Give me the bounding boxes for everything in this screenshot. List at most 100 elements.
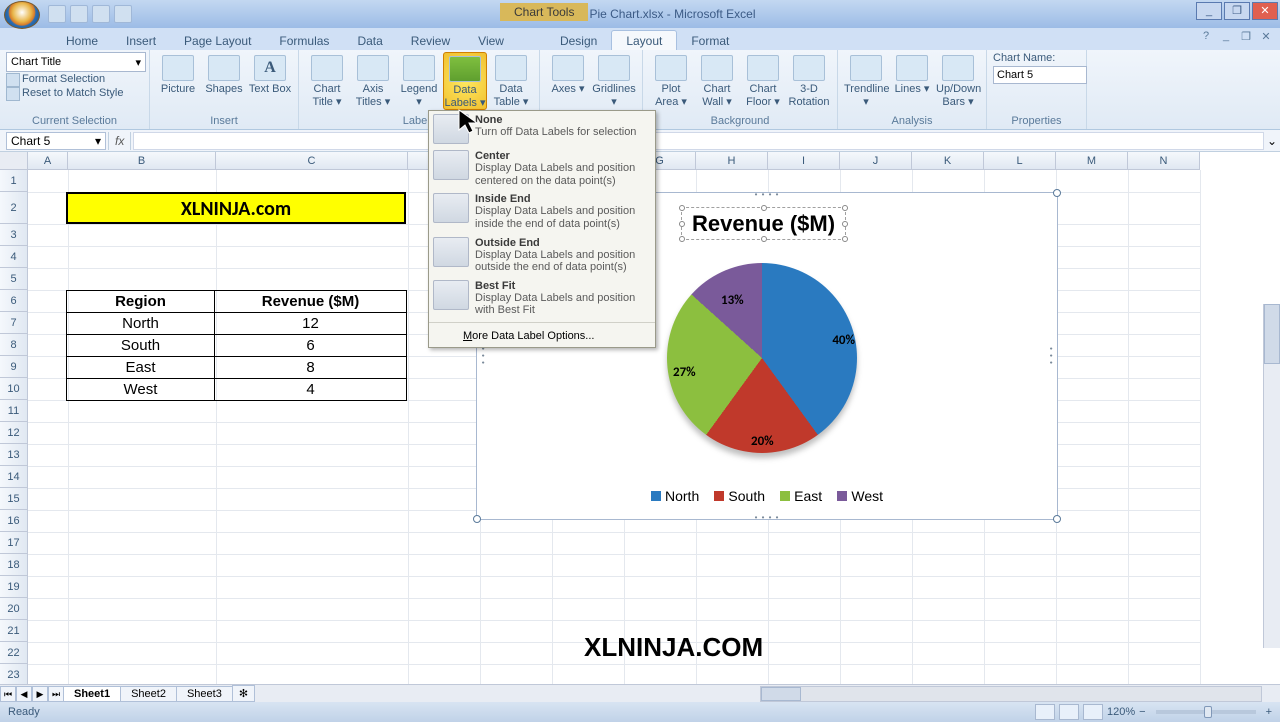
column-header[interactable]: H — [696, 152, 768, 170]
scroll-thumb[interactable] — [1264, 304, 1280, 364]
tab-design[interactable]: Design — [546, 31, 611, 50]
horizontal-scrollbar[interactable] — [760, 686, 1262, 702]
tab-review[interactable]: Review — [397, 31, 464, 50]
row-header[interactable]: 2 — [0, 192, 28, 224]
row-header[interactable]: 8 — [0, 334, 28, 356]
menu-item-best-fit[interactable]: Best FitDisplay Data Labels and position… — [429, 277, 655, 320]
axes-button[interactable]: Axes ▾ — [546, 52, 590, 96]
column-header[interactable]: J — [840, 152, 912, 170]
gridlines-button[interactable]: Gridlines ▾ — [592, 52, 636, 108]
updown-bars-button[interactable]: Up/Down Bars ▾ — [936, 52, 980, 108]
formula-input[interactable] — [133, 132, 1264, 150]
column-header[interactable]: A — [28, 152, 68, 170]
menu-item-none[interactable]: NoneTurn off Data Labels for selection — [429, 111, 655, 147]
reset-match-style-button[interactable]: Reset to Match Style — [6, 86, 143, 100]
row-header[interactable]: 15 — [0, 488, 28, 510]
sheet-nav-prev[interactable]: ◀ — [16, 686, 32, 702]
close-button[interactable]: ✕ — [1252, 2, 1278, 20]
tab-insert[interactable]: Insert — [112, 31, 170, 50]
column-header[interactable]: C — [216, 152, 408, 170]
chart-legend[interactable]: North South East West — [477, 488, 1057, 505]
chart-element-dropdown[interactable]: Chart Title ▾ — [6, 52, 146, 72]
chart-name-input[interactable] — [993, 66, 1087, 84]
chart-floor-button[interactable]: Chart Floor ▾ — [741, 52, 785, 108]
view-normal-icon[interactable] — [1035, 704, 1055, 720]
resize-handle[interactable]: • • • — [478, 347, 487, 365]
name-box[interactable]: Chart 5 ▾ — [6, 132, 106, 150]
sheet-tab-2[interactable]: Sheet2 — [120, 686, 177, 702]
data-table-button[interactable]: Data Table ▾ — [489, 52, 533, 108]
row-header[interactable]: 9 — [0, 356, 28, 378]
axis-titles-button[interactable]: Axis Titles ▾ — [351, 52, 395, 108]
table-header[interactable]: Revenue ($M) — [215, 291, 407, 313]
column-header[interactable]: L — [984, 152, 1056, 170]
zoom-slider[interactable] — [1156, 710, 1256, 714]
menu-item-center[interactable]: CenterDisplay Data Labels and position c… — [429, 147, 655, 190]
column-header[interactable]: B — [68, 152, 216, 170]
zoom-thumb[interactable] — [1204, 706, 1212, 718]
sheet-tab-3[interactable]: Sheet3 — [176, 686, 233, 702]
sheet-nav-first[interactable]: ⏮ — [0, 686, 16, 702]
legend-button[interactable]: Legend ▾ — [397, 52, 441, 108]
table-cell[interactable]: East — [67, 357, 215, 379]
doc-minimize-icon[interactable]: _ — [1218, 30, 1234, 46]
vertical-scrollbar[interactable] — [1263, 304, 1280, 648]
trendline-button[interactable]: Trendline ▾ — [844, 52, 888, 108]
tab-home[interactable]: Home — [52, 31, 112, 50]
sheet-nav-next[interactable]: ▶ — [32, 686, 48, 702]
menu-more-options[interactable]: More Data Label Options... — [429, 325, 655, 347]
picture-button[interactable]: Picture — [156, 52, 200, 96]
table-cell[interactable]: West — [67, 379, 215, 401]
row-header[interactable]: 21 — [0, 620, 28, 642]
formula-expand-icon[interactable]: ⌄ — [1264, 134, 1280, 148]
resize-handle[interactable]: • • • • — [755, 513, 780, 522]
minimize-button[interactable]: _ — [1196, 2, 1222, 20]
qat-customize-icon[interactable] — [114, 5, 132, 23]
data-labels-button[interactable]: Data Labels ▾ — [443, 52, 487, 110]
resize-handle[interactable] — [1053, 515, 1061, 523]
tab-layout[interactable]: Layout — [611, 30, 677, 50]
row-header[interactable]: 20 — [0, 598, 28, 620]
column-header[interactable]: N — [1128, 152, 1200, 170]
row-header[interactable]: 3 — [0, 224, 28, 246]
table-cell[interactable]: North — [67, 313, 215, 335]
scroll-thumb[interactable] — [761, 687, 801, 701]
resize-handle[interactable]: • • • — [1047, 347, 1056, 365]
doc-close-icon[interactable]: ✕ — [1258, 30, 1274, 46]
column-header[interactable]: K — [912, 152, 984, 170]
menu-item-inside-end[interactable]: Inside EndDisplay Data Labels and positi… — [429, 190, 655, 233]
view-page-layout-icon[interactable] — [1059, 704, 1079, 720]
row-header[interactable]: 19 — [0, 576, 28, 598]
resize-handle[interactable] — [473, 515, 481, 523]
row-header[interactable]: 17 — [0, 532, 28, 554]
zoom-out-button[interactable]: − — [1139, 706, 1145, 718]
select-all-button[interactable] — [0, 152, 28, 170]
column-header[interactable]: M — [1056, 152, 1128, 170]
row-header[interactable]: 11 — [0, 400, 28, 422]
row-header[interactable]: 7 — [0, 312, 28, 334]
lines-button[interactable]: Lines ▾ — [890, 52, 934, 96]
column-header[interactable]: I — [768, 152, 840, 170]
table-cell[interactable]: 6 — [215, 335, 407, 357]
resize-handle[interactable] — [1053, 189, 1061, 197]
format-selection-button[interactable]: Format Selection — [6, 72, 143, 86]
row-header[interactable]: 16 — [0, 510, 28, 532]
chart-title-button[interactable]: Chart Title ▾ — [305, 52, 349, 108]
fx-icon[interactable]: fx — [108, 132, 131, 150]
3d-rotation-button[interactable]: 3-D Rotation — [787, 52, 831, 108]
row-header[interactable]: 12 — [0, 422, 28, 444]
qat-redo-icon[interactable] — [92, 5, 110, 23]
sheet-nav-last[interactable]: ⏭ — [48, 686, 64, 702]
view-page-break-icon[interactable] — [1083, 704, 1103, 720]
row-header[interactable]: 13 — [0, 444, 28, 466]
insert-sheet-button[interactable]: ✻ — [232, 685, 255, 702]
row-header[interactable]: 4 — [0, 246, 28, 268]
tab-data[interactable]: Data — [343, 31, 396, 50]
qat-save-icon[interactable] — [48, 5, 66, 23]
row-header[interactable]: 14 — [0, 466, 28, 488]
tab-page-layout[interactable]: Page Layout — [170, 31, 265, 50]
text-box-button[interactable]: AText Box — [248, 52, 292, 96]
table-cell[interactable]: 4 — [215, 379, 407, 401]
table-cell[interactable]: 12 — [215, 313, 407, 335]
shapes-button[interactable]: Shapes — [202, 52, 246, 96]
